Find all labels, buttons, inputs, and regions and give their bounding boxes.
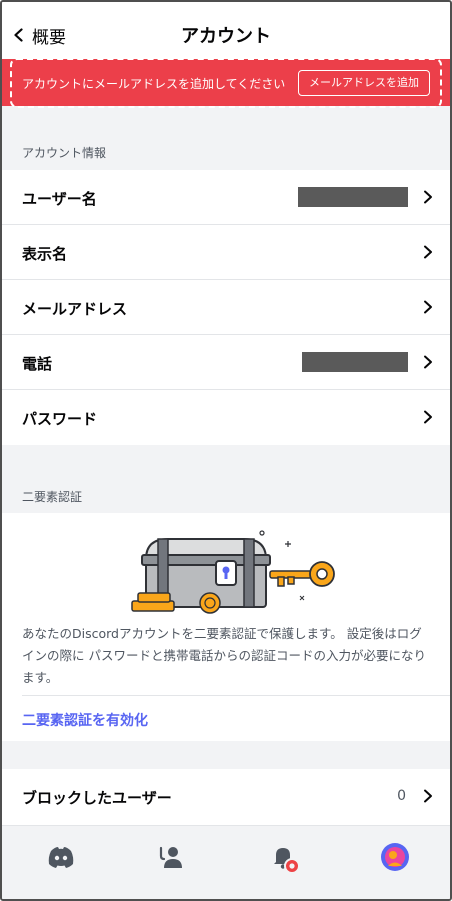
avatar[interactable] [380,842,410,872]
page-title: アカウント [181,26,271,47]
row-phone[interactable]: 電話 [2,335,450,390]
two-factor-heading: 二要素認証 [22,490,83,504]
row-label: パスワード [22,410,98,428]
header: 概要 アカウント [2,2,450,62]
row-label: ユーザー名 [22,190,97,208]
treasure-chest-key-illustration [131,530,335,614]
enable-two-factor-link[interactable]: 二要素認証を有効化 [22,710,148,730]
chevron-right-icon [424,355,432,369]
chevron-right-icon [424,789,432,803]
chevron-right-icon [424,300,432,314]
divider [22,695,450,696]
two-factor-card: あなたのDiscordアカウントを二要素認証で保護します。 設定後はログインの際… [2,513,450,741]
row-blocked-users[interactable]: ブロックしたユーザー 0 [2,769,450,825]
two-factor-description: あなたのDiscordアカウントを二要素認証で保護します。 設定後はログインの際… [22,626,426,685]
chevron-right-icon [424,190,432,204]
redacted-value [298,187,408,207]
account-info-list: ユーザー名 表示名 メールアドレス 電話 パスワード [2,170,450,445]
bottom-tab-bar [2,825,450,899]
app-frame: 概要 アカウント アカウントにメールアドレスを追加してください メールアドレスを… [0,0,452,901]
chevron-right-icon [424,410,432,424]
discord-icon[interactable] [46,842,76,872]
bell-icon [274,848,300,874]
row-label: メールアドレス [22,300,128,318]
redacted-value [302,352,408,372]
row-label: ブロックしたユーザー [22,789,172,807]
row-label: 表示名 [22,245,68,263]
row-username[interactable]: ユーザー名 [2,170,450,225]
row-email[interactable]: メールアドレス [2,280,450,335]
row-display-name[interactable]: 表示名 [2,225,450,280]
row-password[interactable]: パスワード [2,390,450,445]
notifications-tab[interactable] [268,842,300,874]
friends-icon[interactable] [156,842,186,872]
row-label: 電話 [22,355,53,373]
blocked-count: 0 [397,788,406,804]
account-info-heading: アカウント情報 [22,146,107,160]
banner-highlight-outline [10,58,442,108]
chevron-right-icon [424,245,432,259]
